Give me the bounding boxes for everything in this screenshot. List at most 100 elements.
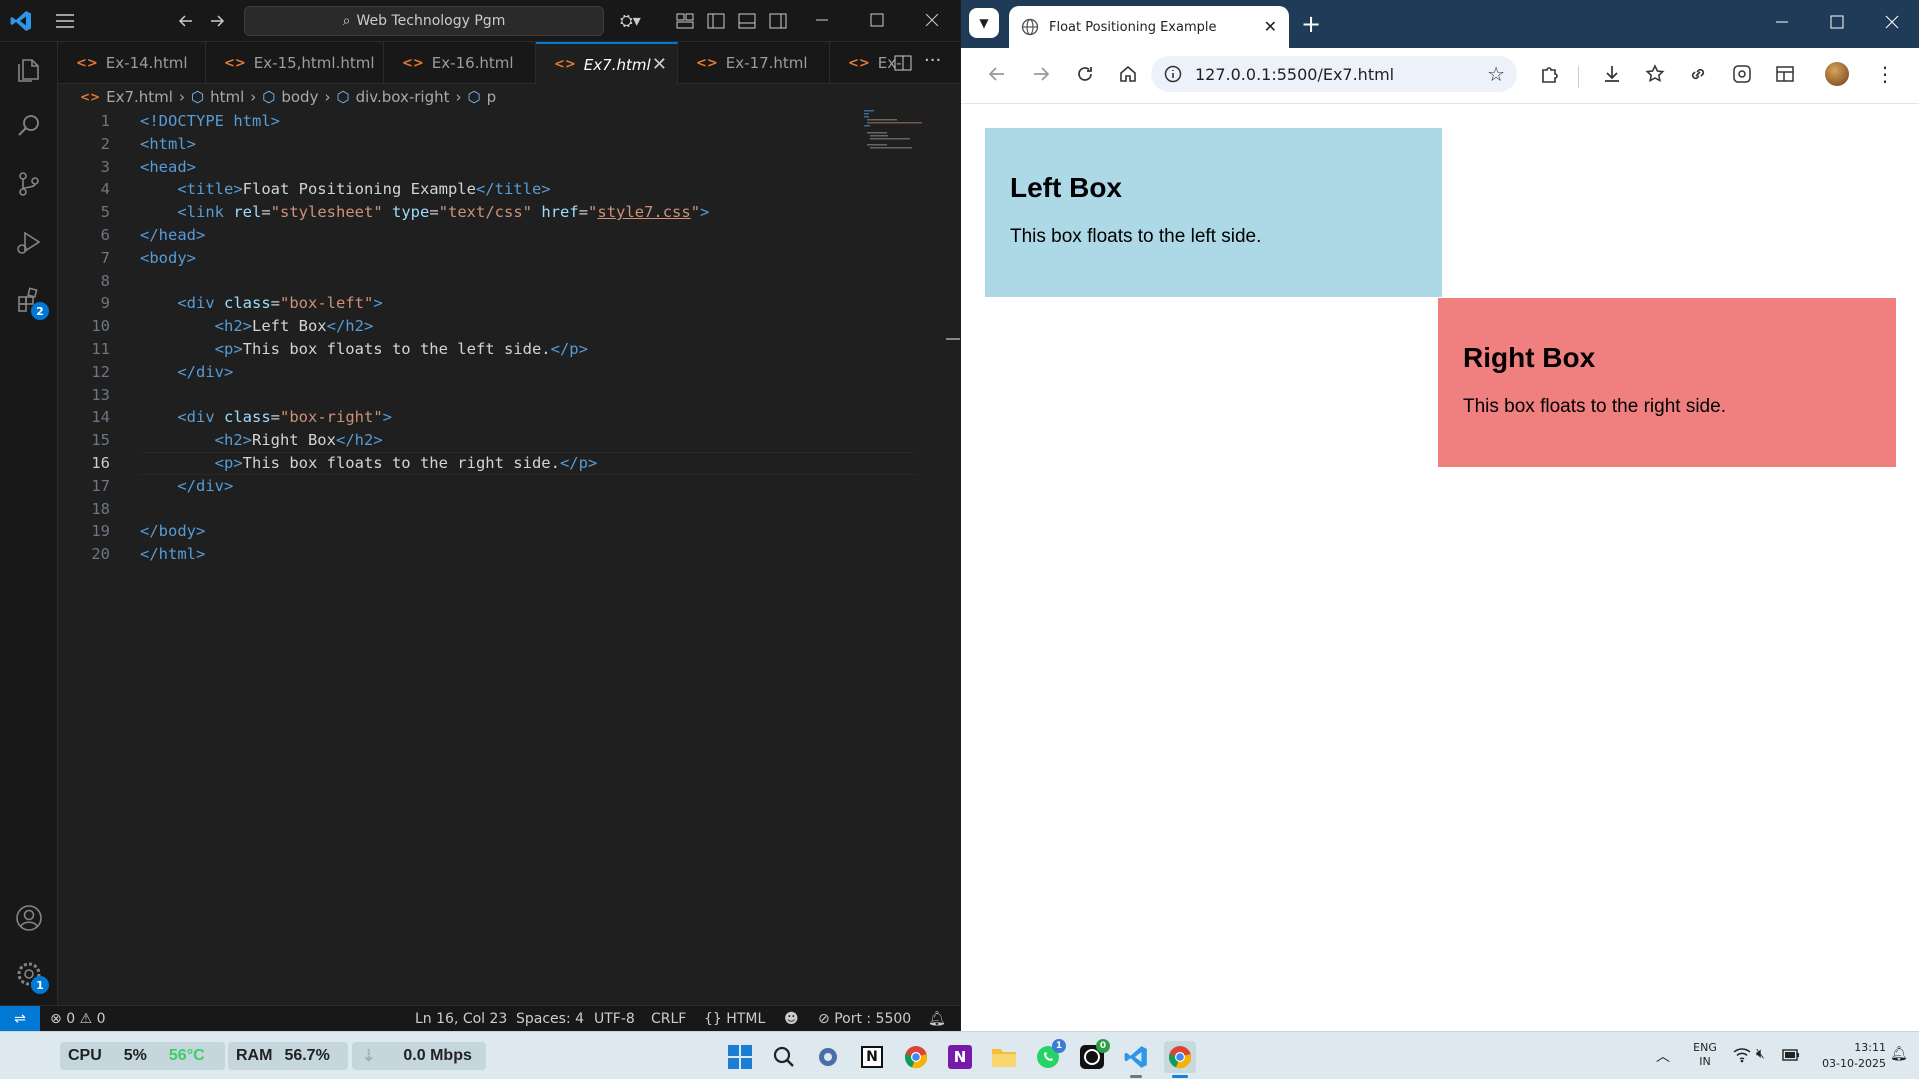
- windows-start-icon[interactable]: [724, 1041, 756, 1073]
- breadcrumb-item[interactable]: div.box-right: [356, 88, 450, 106]
- left-box-text: This box floats to the left side.: [1010, 226, 1262, 247]
- tab-ex-partial[interactable]: <> Ex-: [830, 42, 902, 84]
- extensions-puzzle-icon[interactable]: [1535, 60, 1563, 88]
- toggle-secondary-sidebar-icon[interactable]: [769, 12, 787, 34]
- tab-close-icon[interactable]: ✕: [652, 54, 667, 75]
- tab-ex-16[interactable]: <> Ex-16.html: [384, 42, 536, 84]
- home-icon[interactable]: [1114, 60, 1142, 88]
- browser-maximize-icon[interactable]: [1829, 14, 1845, 34]
- source-control-icon[interactable]: [9, 164, 49, 204]
- show-hidden-icons-chevron-icon[interactable]: ︿: [1656, 1046, 1670, 1066]
- address-bar[interactable]: 127.0.0.1:5500/Ex7.html ☆: [1151, 56, 1517, 92]
- clock-time: 13:11: [1854, 1041, 1886, 1054]
- taskbar-search-icon[interactable]: [768, 1041, 800, 1073]
- line-ending[interactable]: CRLF: [651, 1006, 686, 1032]
- vscode-taskbar-icon[interactable]: [1120, 1041, 1152, 1073]
- encoding[interactable]: UTF-8: [594, 1006, 635, 1032]
- copilot-icon[interactable]: ⛭▾: [620, 11, 641, 31]
- reading-mode-icon[interactable]: [1771, 60, 1799, 88]
- breadcrumb-item[interactable]: html: [210, 88, 244, 106]
- chrome-icon[interactable]: [900, 1041, 932, 1073]
- tab-ex-15[interactable]: <> Ex-15,html.html: [206, 42, 384, 84]
- chevron-right-icon: ›: [178, 88, 185, 106]
- browser-close-icon[interactable]: [1884, 14, 1900, 34]
- explorer-icon[interactable]: [9, 50, 49, 90]
- tab-label: Ex-14.html: [105, 54, 188, 72]
- tab-ex-17[interactable]: <> Ex-17.html: [678, 42, 830, 84]
- chrome-active-icon[interactable]: [1164, 1041, 1196, 1073]
- downloads-icon[interactable]: [1598, 60, 1626, 88]
- copilot-status-icon[interactable]: ☻: [784, 1006, 799, 1032]
- language-mode[interactable]: {} HTML: [704, 1006, 765, 1032]
- browser-minimize-icon[interactable]: [1774, 14, 1790, 34]
- notion-icon[interactable]: N: [856, 1041, 888, 1073]
- profile-avatar[interactable]: [1823, 60, 1851, 88]
- language-indicator[interactable]: ENG IN: [1690, 1041, 1720, 1069]
- extensions-icon[interactable]: 2: [9, 280, 49, 320]
- tab-close-icon[interactable]: ✕: [1264, 17, 1277, 36]
- code-line: <p>This box floats to the right side.</p…: [214, 454, 598, 472]
- bookmark-star-icon[interactable]: ☆: [1487, 62, 1505, 86]
- breadcrumb-item[interactable]: body: [281, 88, 318, 106]
- battery-icon[interactable]: [1782, 1047, 1800, 1066]
- share-link-icon[interactable]: [1684, 60, 1712, 88]
- accounts-icon[interactable]: [9, 898, 49, 938]
- scrollbar-marker[interactable]: [946, 338, 960, 340]
- customize-layout-icon[interactable]: [676, 12, 694, 34]
- browser-back-icon[interactable]: [983, 60, 1011, 88]
- live-server-port[interactable]: ⊘ Port : 5500: [818, 1006, 911, 1032]
- maximize-icon[interactable]: [869, 12, 885, 32]
- browser-tab-active[interactable]: Float Positioning Example ✕: [1009, 6, 1289, 48]
- settings-app-icon[interactable]: [812, 1041, 844, 1073]
- tab-ex-14[interactable]: <> Ex-14.html: [58, 42, 206, 84]
- file-explorer-icon[interactable]: [988, 1041, 1020, 1073]
- manage-gear-icon[interactable]: 1: [9, 954, 49, 994]
- minimap[interactable]: [864, 110, 934, 150]
- editor-tabs: <> Ex-14.html <> Ex-15,html.html <> Ex-16.h…: [58, 42, 960, 85]
- onenote-icon[interactable]: N: [944, 1041, 976, 1073]
- indentation[interactable]: Spaces: 4: [516, 1006, 584, 1032]
- line-number: 3: [100, 157, 110, 176]
- tab-search-button[interactable]: ▼: [969, 8, 999, 38]
- ram-widget[interactable]: RAM 56.7%: [228, 1042, 348, 1070]
- favorites-icon[interactable]: [1641, 60, 1669, 88]
- code-editor[interactable]: 1 2 3 4 5 6 7 8 9 10 11 12 13 14 15 16 1…: [58, 110, 916, 1005]
- wifi-icon[interactable]: [1733, 1047, 1751, 1067]
- minimize-icon[interactable]: [814, 12, 830, 32]
- run-debug-icon[interactable]: [9, 222, 49, 262]
- site-info-icon[interactable]: [1163, 64, 1183, 88]
- split-editor-icon[interactable]: [894, 54, 912, 76]
- notifications-icon[interactable]: 🔔︎: [1890, 1046, 1908, 1062]
- menu-icon[interactable]: [55, 12, 75, 30]
- toggle-sidebar-icon[interactable]: [707, 12, 725, 34]
- line-number: 12: [91, 362, 110, 381]
- tab-ex7[interactable]: <> Ex7.html ✕: [536, 42, 678, 85]
- clock[interactable]: 13:11 03-10-2025: [1806, 1040, 1886, 1072]
- breadcrumb-item[interactable]: p: [487, 88, 497, 106]
- problems-indicator[interactable]: ⊗ 0 ⚠ 0: [50, 1006, 106, 1032]
- back-icon[interactable]: [176, 11, 196, 35]
- network-widget[interactable]: ⇣ 0.0 Mbps: [352, 1042, 486, 1070]
- new-tab-icon[interactable]: +: [1301, 10, 1321, 38]
- command-center-search[interactable]: ⌕ Web Technology Pgm: [244, 6, 604, 36]
- more-actions-icon[interactable]: ···: [924, 50, 941, 71]
- toggle-panel-icon[interactable]: [738, 12, 756, 34]
- github-desktop-icon[interactable]: 0: [1076, 1039, 1110, 1073]
- remote-indicator[interactable]: ⇌: [0, 1006, 40, 1032]
- volume-muted-icon[interactable]: 🔇︎: [1756, 1046, 1765, 1062]
- breadcrumb-item[interactable]: Ex7.html: [106, 88, 173, 106]
- search-icon: ⌕: [342, 13, 351, 29]
- browser-tabstrip: ▼ Float Positioning Example ✕ +: [961, 0, 1919, 48]
- browser-forward-icon[interactable]: [1027, 60, 1055, 88]
- notifications-bell-icon[interactable]: 🔔︎: [928, 1006, 946, 1032]
- net-value: 0.0 Mbps: [403, 1047, 472, 1064]
- search-sidebar-icon[interactable]: [9, 106, 49, 146]
- forward-icon[interactable]: [207, 11, 227, 35]
- cursor-position[interactable]: Ln 16, Col 23: [415, 1006, 507, 1032]
- browser-menu-icon[interactable]: ⋮: [1871, 60, 1899, 88]
- reload-icon[interactable]: [1071, 60, 1099, 88]
- close-icon[interactable]: [924, 12, 940, 32]
- lens-icon[interactable]: [1728, 60, 1756, 88]
- whatsapp-icon[interactable]: 1: [1032, 1039, 1066, 1073]
- cpu-widget[interactable]: CPU 5% 56°C: [60, 1042, 225, 1070]
